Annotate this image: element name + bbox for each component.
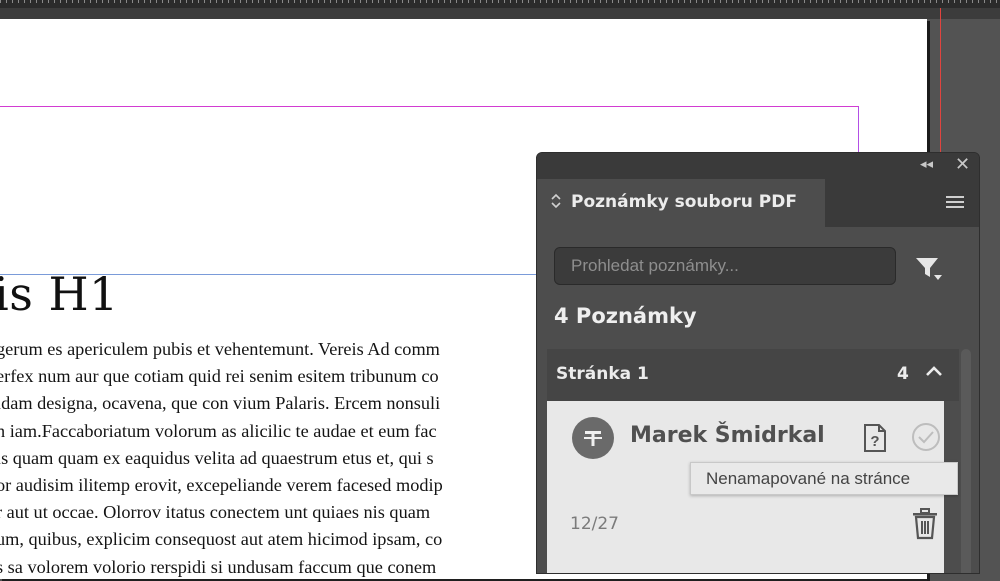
trash-icon[interactable] <box>911 508 939 540</box>
body-line: gerum es apericulem pubis et vehentemunt… <box>0 339 440 359</box>
page-group-header[interactable]: Stránka 1 4 <box>547 349 959 401</box>
group-count: 4 <box>897 364 909 384</box>
search-input[interactable] <box>554 247 896 285</box>
ruler-base <box>0 7 1000 19</box>
body-line: r aut ut occae. Olorrov itatus conectem … <box>0 502 431 523</box>
close-icon[interactable]: ✕ <box>955 154 970 175</box>
note-date: 12/27 <box>570 514 619 534</box>
notes-count: 4 Poznámky <box>554 304 697 328</box>
body-line: or audisim ilitemp erovit, excepeliande … <box>0 474 443 495</box>
unmapped-note-icon[interactable]: ? <box>862 423 888 453</box>
note-author: Marek Šmidrkal <box>630 423 825 448</box>
body-text-frame[interactable]: gerum es apericulem pubis et vehentemunt… <box>0 336 556 581</box>
body-line: idam designa, ocavena, que con vium Pala… <box>0 393 441 414</box>
panel-scrollbar[interactable] <box>961 349 971 573</box>
body-line: s sa volorem volorio rerspidi si undusam… <box>0 556 437 577</box>
panel-menu-icon[interactable] <box>946 196 964 211</box>
top-ruler[interactable] <box>0 0 1000 8</box>
body-line: is quam quam ex eaquidus velita ad quaes… <box>0 447 434 468</box>
tab-pdf-comments[interactable]: Poznámky souboru PDF <box>537 179 825 227</box>
text-annotation-icon <box>572 417 614 459</box>
document-heading[interactable]: is H1 <box>0 267 119 321</box>
chevron-up-icon[interactable] <box>924 362 944 382</box>
pdf-comments-panel: ◂◂ ✕ Poznámky souboru PDF 4 Poznámky Str… <box>536 152 980 574</box>
panel-tab-bar: Poznámky souboru PDF <box>537 179 979 227</box>
svg-text:?: ? <box>870 433 879 450</box>
tab-arrows-icon <box>551 193 561 210</box>
body-line: erfex num aur que cotiam quid rei senim … <box>0 366 439 387</box>
group-title: Stránka 1 <box>556 364 649 384</box>
unmapped-tooltip: Nenamapované na stránce <box>690 462 958 495</box>
panel-titlebar[interactable]: ◂◂ ✕ <box>537 153 979 179</box>
body-line: um, quibus, explicim consequost aut atem… <box>0 529 443 550</box>
collapse-icon[interactable]: ◂◂ <box>920 157 933 172</box>
filter-icon[interactable] <box>914 255 944 283</box>
body-line: n iam.Faccaboriatum volorum as alicilic … <box>0 420 437 441</box>
checkmark-icon[interactable] <box>910 421 942 453</box>
tab-title: Poznámky souboru PDF <box>571 192 797 212</box>
panel-content: 4 Poznámky Stránka 1 4 Marek Šmidrkal <box>537 227 979 573</box>
